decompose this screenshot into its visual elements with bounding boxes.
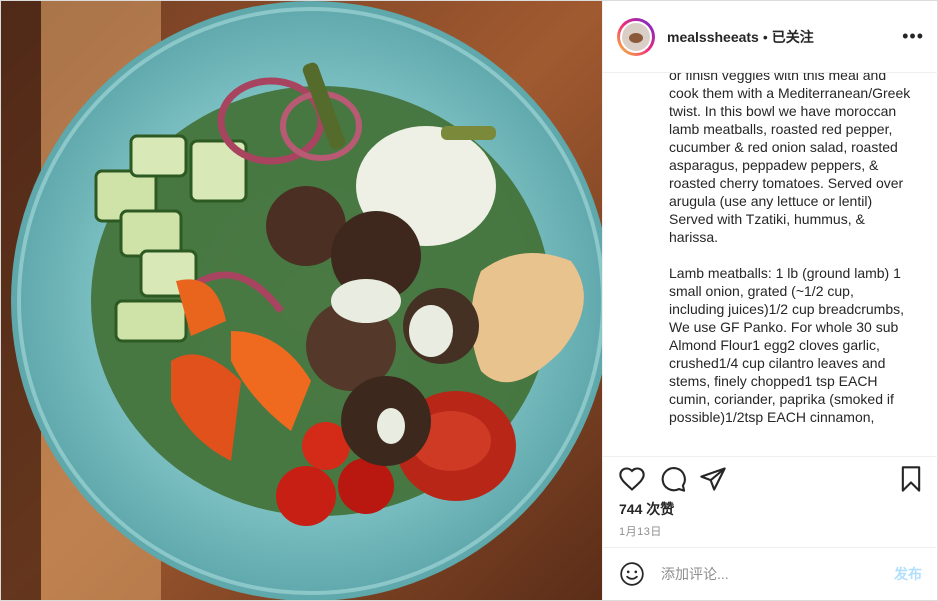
post-caption: or finish veggies with this meal and coo… bbox=[669, 73, 911, 425]
like-count[interactable]: 744 次赞 bbox=[619, 499, 674, 519]
emoji-icon[interactable] bbox=[619, 561, 645, 587]
post-header: mealssheeats • 已关注 ••• bbox=[603, 1, 938, 73]
heart-icon[interactable] bbox=[618, 465, 646, 493]
post-side-panel: mealssheeats • 已关注 ••• or finish veggies… bbox=[602, 1, 938, 600]
comment-bar: 发布 bbox=[603, 547, 938, 600]
post-comment-button[interactable]: 发布 bbox=[894, 564, 922, 584]
food-bowl-image bbox=[1, 1, 602, 600]
caption-scroll-area[interactable]: or finish veggies with this meal and coo… bbox=[603, 73, 938, 457]
following-button[interactable]: 已关注 bbox=[772, 27, 814, 47]
username-link[interactable]: mealssheeats bbox=[667, 29, 759, 45]
instagram-post-modal: mealssheeats • 已关注 ••• or finish veggies… bbox=[0, 0, 938, 601]
more-horizontal-icon[interactable]: ••• bbox=[902, 27, 924, 45]
avatar[interactable] bbox=[620, 20, 652, 53]
post-date[interactable]: 1月13日 bbox=[619, 523, 662, 539]
comment-icon[interactable] bbox=[659, 465, 687, 493]
action-bar bbox=[603, 457, 938, 497]
comment-input[interactable] bbox=[659, 565, 873, 583]
share-icon[interactable] bbox=[699, 465, 727, 493]
bookmark-icon[interactable] bbox=[897, 465, 925, 493]
post-photo[interactable] bbox=[1, 1, 602, 600]
avatar-story-ring[interactable] bbox=[617, 17, 655, 56]
separator-dot: • bbox=[762, 28, 768, 45]
